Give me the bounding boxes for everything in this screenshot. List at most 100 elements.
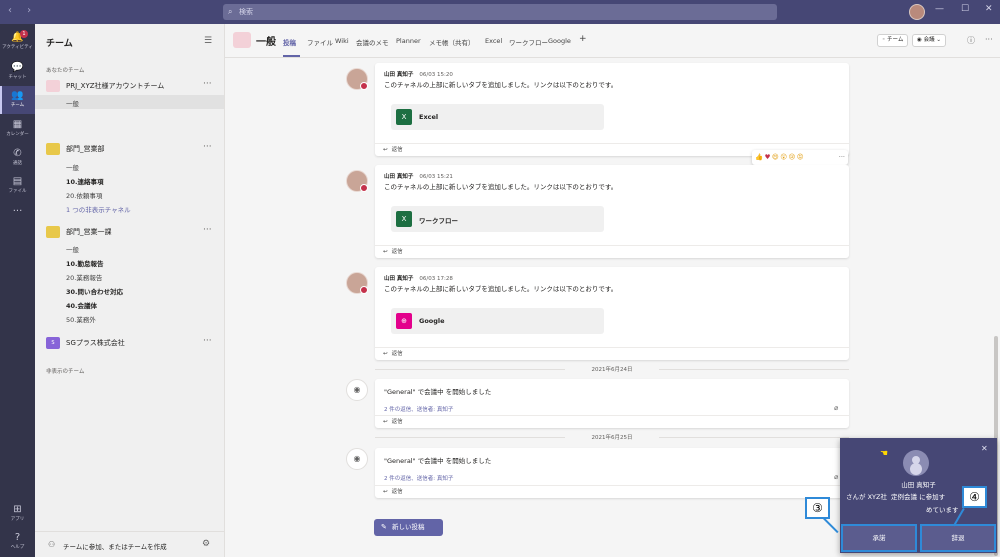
meeting-message: "General" で会議中 を開始しました 2 件の返信、送信者: 真知子 ⌀… xyxy=(375,379,849,428)
post-time: 06/03 15:20 xyxy=(419,72,453,78)
post-author: 山田 真知子 xyxy=(384,174,414,180)
more-options-icon[interactable]: ··· xyxy=(203,225,212,235)
laugh-icon[interactable]: 😄 xyxy=(772,153,780,161)
join-create-team[interactable]: ⚇ チームに参加、またはチームを作成 ⚙ xyxy=(35,531,224,557)
hidden-teams-label[interactable]: 非表示のチーム xyxy=(46,367,84,375)
profile-avatar[interactable] xyxy=(909,4,925,20)
rail-label: チャット xyxy=(8,75,27,80)
maximize-icon[interactable]: ☐ xyxy=(961,4,969,14)
tab-posts[interactable]: 投稿 xyxy=(283,37,296,47)
post-body: このチャネルの上部に新しいタブを追加しました。リンクは以下のとおりです。 xyxy=(384,81,618,89)
reply-button[interactable]: ↩ 返信 xyxy=(375,415,849,428)
decline-highlight xyxy=(920,524,996,552)
more-options-icon[interactable]: ··· xyxy=(839,150,845,165)
meeting-message: "General" で会議中 を開始しました 2 件の返信、送信者: 真知子 ⌀… xyxy=(375,448,849,498)
meeting-title: "General" で会議中 を開始しました xyxy=(384,388,492,396)
channel-item[interactable]: 20.依頼事項 xyxy=(66,190,102,200)
panel-title: チーム xyxy=(46,39,73,49)
angry-icon[interactable]: 😡 xyxy=(797,153,805,161)
rail-apps[interactable]: ⊞ アプリ xyxy=(0,500,35,528)
attachment-icon[interactable]: ⌀ xyxy=(834,404,838,412)
tab-google[interactable]: Google xyxy=(548,37,571,45)
channel-item[interactable]: 50.業務外 xyxy=(66,314,96,324)
filter-icon[interactable]: ☰ xyxy=(204,36,212,46)
tab-files[interactable]: ファイル xyxy=(307,37,333,47)
rail-calls[interactable]: ✆ 通話 xyxy=(0,144,35,172)
channel-header: 一般 投稿 ファイル Wiki 会議のメモ Planner メモ帳（共有） Ex… xyxy=(225,24,1000,58)
sad-icon[interactable]: 😢 xyxy=(788,153,796,161)
chat-icon: 💬 xyxy=(11,62,24,73)
author-avatar[interactable] xyxy=(346,170,368,192)
channel-item[interactable]: 10.連絡事項 xyxy=(66,176,104,186)
team-logo xyxy=(46,80,60,92)
tab-notepad[interactable]: メモ帳（共有） xyxy=(429,37,475,47)
team-prj-xyz[interactable]: PRJ_XYZ社様アカウントチーム ··· xyxy=(35,78,224,94)
reply-icon: ↩ xyxy=(383,249,388,255)
team-button[interactable]: ◦ チーム xyxy=(877,34,909,47)
tab-planner[interactable]: Planner xyxy=(396,37,421,45)
meeting-icon: ◉ xyxy=(346,448,368,470)
tab-link-card[interactable]: ⊕ Google xyxy=(391,308,604,334)
channel-item[interactable]: 30.問い合わせ対応 xyxy=(66,286,123,296)
gear-icon[interactable]: ⚙ xyxy=(202,539,210,549)
rail-chat[interactable]: 💬 チャット xyxy=(0,58,35,86)
hidden-channels-link[interactable]: 1 つの非表示チャネル xyxy=(66,204,131,214)
minimize-icon[interactable]: — xyxy=(935,4,944,14)
heart-icon[interactable]: ♥ xyxy=(765,153,772,161)
rail-activity[interactable]: 🔔 アクティビティ 1 xyxy=(0,28,35,56)
cursor-icon: ☚ xyxy=(880,449,889,459)
more-options-icon[interactable]: ··· xyxy=(203,336,212,346)
add-tab-button[interactable]: + xyxy=(579,34,587,44)
close-window-icon[interactable]: ✕ xyxy=(985,4,993,14)
new-post-button[interactable]: ✎ 新しい投稿 xyxy=(374,519,443,536)
team-name: PRJ_XYZ社様アカウントチーム xyxy=(66,82,165,90)
channel-item[interactable]: 一般 xyxy=(66,162,79,172)
rail-help[interactable]: ? ヘルプ xyxy=(0,528,35,556)
reply-button[interactable]: ↩ 返信 xyxy=(375,485,849,498)
team-sales-dept[interactable]: 部門_営業部 ··· xyxy=(35,141,224,157)
tab-link-card[interactable]: X ワークフロー xyxy=(391,206,604,232)
rail-label: カレンダー xyxy=(6,132,29,137)
channel-item[interactable]: 一般 xyxy=(66,244,79,254)
close-icon[interactable]: ✕ xyxy=(981,444,988,453)
like-icon[interactable]: 👍 xyxy=(755,153,765,161)
channel-item[interactable]: 一般 xyxy=(66,98,79,108)
replies-link[interactable]: 2 件の返信、送信者: 真知子 xyxy=(384,474,453,482)
reply-icon: ↩ xyxy=(383,419,388,425)
tab-workflow[interactable]: ワークフロー xyxy=(509,37,548,47)
rail-files[interactable]: ▤ ファイル xyxy=(0,172,35,200)
team-sales-section1[interactable]: 部門_営業一課 ··· xyxy=(35,224,224,240)
title-bar: ‹ › ⌕ 検索 — ☐ ✕ xyxy=(0,0,1000,24)
channel-item[interactable]: 40.会議体 xyxy=(66,300,97,310)
author-avatar[interactable] xyxy=(346,68,368,90)
tab-excel[interactable]: Excel xyxy=(485,37,502,45)
author-avatar[interactable] xyxy=(346,272,368,294)
post-meta: 山田 真知子 06/03 15:20 xyxy=(384,70,453,78)
search-input[interactable]: ⌕ 検索 xyxy=(223,4,777,20)
attachment-icon[interactable]: ⌀ xyxy=(834,473,838,481)
calendar-icon: ▦ xyxy=(12,119,23,130)
meet-button[interactable]: ◉ 会議 ⌄ xyxy=(912,34,946,47)
channel-item[interactable]: 10.勤怠報告 xyxy=(66,258,104,268)
rail-more[interactable]: ··· xyxy=(0,202,35,230)
channel-item[interactable]: 20.業務報告 xyxy=(66,272,102,282)
rail-calendar[interactable]: ▦ カレンダー xyxy=(0,115,35,143)
callout-badge-3: ③ xyxy=(805,497,830,519)
replies-link[interactable]: 2 件の返信、送信者: 真知子 xyxy=(384,405,453,413)
more-options-icon[interactable]: ··· xyxy=(203,142,212,152)
reply-button[interactable]: ↩ 返信 xyxy=(375,245,849,258)
more-icon: ··· xyxy=(12,206,23,217)
accept-highlight xyxy=(841,524,917,552)
reply-button[interactable]: ↩ 返信 xyxy=(375,347,849,360)
excel-icon: X xyxy=(396,109,412,125)
nav-arrows[interactable]: ‹ › xyxy=(8,5,37,16)
tab-link-card[interactable]: X Excel xyxy=(391,104,604,130)
rail-teams[interactable]: 👥 チーム xyxy=(0,86,35,114)
tab-wiki[interactable]: Wiki xyxy=(335,37,349,45)
info-icon[interactable]: ⓘ xyxy=(967,35,975,46)
post-author: 山田 真知子 xyxy=(384,72,414,78)
more-options-icon[interactable]: ··· xyxy=(985,35,993,44)
tab-meeting-notes[interactable]: 会議のメモ xyxy=(356,37,389,47)
team-sg-plus[interactable]: S SGプラス株式会社 ··· xyxy=(35,335,224,351)
more-options-icon[interactable]: ··· xyxy=(203,79,212,89)
